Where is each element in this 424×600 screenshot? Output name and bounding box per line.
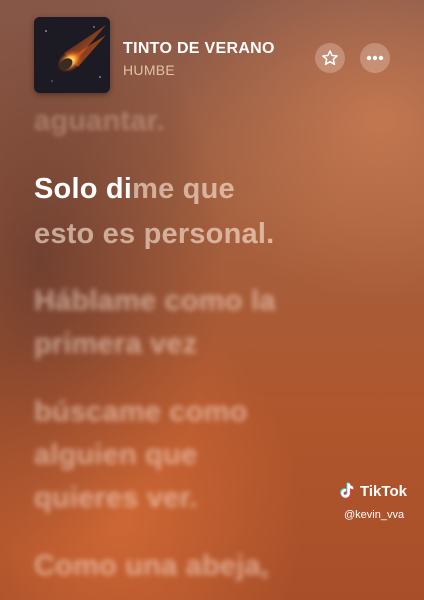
- more-options-button[interactable]: [360, 43, 390, 73]
- lyric-line[interactable]: búscame como: [34, 396, 248, 429]
- lyric-letter: me: [132, 173, 175, 205]
- comet-artwork-icon: [34, 17, 110, 93]
- lyric-line[interactable]: primera vez: [34, 328, 197, 361]
- lyric-word: Solo: [34, 173, 106, 205]
- lyric-word: que: [174, 173, 235, 205]
- tiktok-username: @kevin_vva: [344, 509, 405, 521]
- lyric-line[interactable]: quieres ver.: [34, 482, 198, 515]
- now-playing-header: TINTO DE VERANO HUMBE: [0, 0, 424, 110]
- lyric-line[interactable]: Háblame como la: [34, 285, 276, 318]
- artist-name[interactable]: HUMBE: [123, 62, 175, 78]
- lyric-line-active-2[interactable]: esto es personal.: [34, 218, 274, 251]
- lyric-line[interactable]: alguien que: [34, 439, 197, 472]
- lyric-letter: i: [123, 173, 133, 205]
- tiktok-brand: TikTok: [360, 482, 407, 500]
- favorite-button[interactable]: [315, 43, 345, 73]
- lyric-line-active[interactable]: Solo dime que: [34, 173, 235, 206]
- tiktok-watermark: TikTok: [337, 481, 407, 501]
- song-title: TINTO DE VERANO: [123, 40, 275, 57]
- lyric-line-previous[interactable]: aguantar.: [34, 105, 165, 138]
- album-artwork[interactable]: [34, 17, 110, 93]
- lyric-letter: d: [105, 173, 124, 205]
- lyric-line[interactable]: Como una abeja,: [34, 550, 269, 583]
- star-icon: [322, 50, 338, 66]
- more-icon: [366, 55, 384, 61]
- tiktok-icon: [340, 482, 355, 499]
